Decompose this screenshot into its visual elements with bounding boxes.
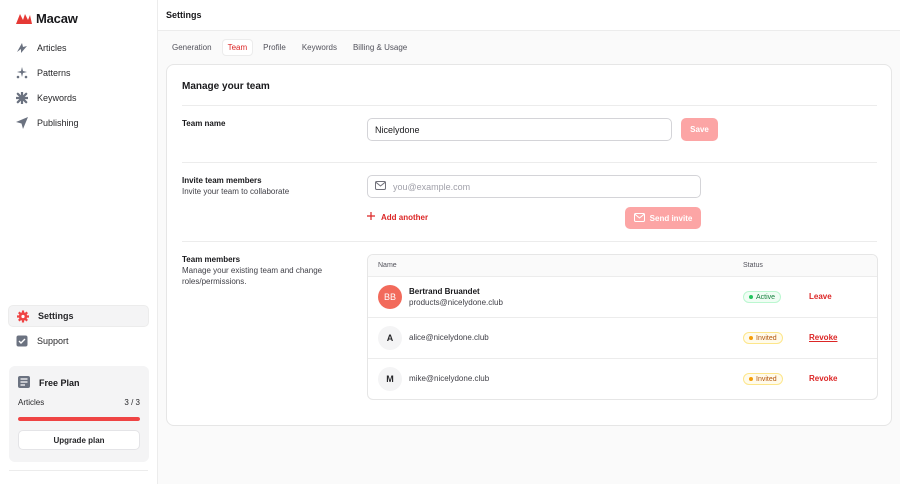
macaw-logo-icon <box>16 14 32 24</box>
avatar: A <box>378 326 402 350</box>
sidebar-item-settings[interactable]: Settings <box>8 305 149 327</box>
add-another-label: Add another <box>381 212 429 222</box>
sidebar-item-label: Patterns <box>37 68 71 78</box>
plan-usage-value: 3 / 3 <box>124 398 140 407</box>
sidebar-item-label: Keywords <box>37 93 77 103</box>
sidebar-item-support[interactable]: Support <box>8 330 149 352</box>
revoke-invite-link[interactable]: Revoke <box>809 374 837 383</box>
plan-usage-label: Articles <box>18 398 45 407</box>
divider <box>182 105 877 106</box>
status-label: Invited <box>756 375 777 383</box>
status-dot <box>749 295 753 299</box>
send-invite-button[interactable]: Send invite <box>625 207 701 229</box>
settings-tabs: Generation Team Profile Keywords Billing… <box>166 39 413 56</box>
keywords-icon <box>16 92 28 104</box>
upgrade-plan-button[interactable]: Upgrade plan <box>18 430 140 450</box>
divider <box>9 470 148 471</box>
member-email: products@nicelydone.club <box>409 298 503 307</box>
sidebar-item-patterns[interactable]: Patterns <box>8 62 149 84</box>
team-name-input[interactable]: Nicelydone <box>367 118 672 141</box>
page-title: Settings <box>166 10 202 20</box>
invite-email-placeholder: you@example.com <box>393 181 471 192</box>
add-another-button[interactable]: Add another <box>367 212 428 222</box>
status-dot <box>749 377 753 381</box>
sidebar: Macaw Articles Patterns Keywords Publish… <box>0 0 158 484</box>
status-label: Invited <box>756 334 777 342</box>
status-badge: Invited <box>743 332 783 344</box>
gear-icon <box>17 310 29 322</box>
plan-usage-fill <box>18 417 140 421</box>
tab-keywords[interactable]: Keywords <box>296 39 343 56</box>
support-icon <box>16 335 28 347</box>
save-button[interactable]: Save <box>681 118 718 141</box>
sidebar-item-label: Publishing <box>37 118 79 128</box>
avatar: BB <box>378 285 402 309</box>
leave-team-link[interactable]: Leave <box>809 292 832 301</box>
plan-usage-bar <box>18 417 140 421</box>
invite-members-description: Invite your team to collaborate <box>182 187 290 196</box>
table-row: A alice@nicelydone.club Invited Revoke <box>368 318 877 359</box>
articles-icon <box>16 42 28 54</box>
member-email: alice@nicelydone.club <box>409 333 489 342</box>
divider <box>182 241 877 242</box>
column-header-status: Status <box>743 262 763 269</box>
send-invite-label: Send invite <box>649 213 693 223</box>
status-dot <box>749 336 753 340</box>
top-bar: Settings <box>158 0 900 31</box>
team-settings-card: Manage your team Team name Nicelydone Sa… <box>166 64 892 426</box>
plus-icon <box>367 212 375 222</box>
sidebar-item-label: Support <box>37 336 69 346</box>
tab-billing-usage[interactable]: Billing & Usage <box>347 39 413 56</box>
invite-email-input[interactable]: you@example.com <box>367 175 701 198</box>
column-header-name: Name <box>378 262 397 269</box>
team-members-label: Team members <box>182 255 241 264</box>
table-row: BB Bertrand Bruandet products@nicelydone… <box>368 277 877 318</box>
plan-usage-row: Articles 3 / 3 <box>18 398 140 407</box>
tab-team[interactable]: Team <box>221 39 254 56</box>
mail-icon <box>633 212 645 224</box>
status-badge: Invited <box>743 373 783 385</box>
publishing-icon <box>16 117 28 129</box>
plan-header: Free Plan <box>18 376 80 390</box>
team-name-value: Nicelydone <box>375 124 420 135</box>
status-label: Active <box>756 293 776 301</box>
sidebar-item-publishing[interactable]: Publishing <box>8 112 149 134</box>
plan-card: Free Plan Articles 3 / 3 Upgrade plan <box>9 366 149 462</box>
sidebar-item-label: Articles <box>37 43 67 53</box>
tab-profile[interactable]: Profile <box>257 39 292 56</box>
team-name-label: Team name <box>182 119 226 128</box>
revoke-invite-link[interactable]: Revoke <box>809 333 837 342</box>
app-logo[interactable]: Macaw <box>16 10 78 26</box>
plan-icon <box>18 376 30 390</box>
mail-icon <box>375 181 386 192</box>
invite-members-label: Invite team members <box>182 176 262 185</box>
sidebar-item-label: Settings <box>38 311 74 321</box>
divider <box>182 162 877 163</box>
app-name: Macaw <box>36 10 78 26</box>
tab-generation[interactable]: Generation <box>166 39 218 56</box>
sidebar-item-articles[interactable]: Articles <box>8 37 149 59</box>
member-email: mike@nicelydone.club <box>409 374 490 383</box>
avatar: M <box>378 367 402 391</box>
patterns-icon <box>16 67 28 79</box>
status-badge: Active <box>743 291 782 303</box>
team-members-description: Manage your existing team and change rol… <box>182 266 323 286</box>
plan-title: Free Plan <box>39 378 80 388</box>
sidebar-item-keywords[interactable]: Keywords <box>8 87 149 109</box>
table-row: M mike@nicelydone.club Invited Revoke <box>368 359 877 399</box>
card-title: Manage your team <box>182 81 270 92</box>
member-name: Bertrand Bruandet <box>409 287 480 296</box>
table-header: Name Status <box>368 255 877 277</box>
members-table: Name Status BB Bertrand Bruandet product… <box>367 254 878 400</box>
